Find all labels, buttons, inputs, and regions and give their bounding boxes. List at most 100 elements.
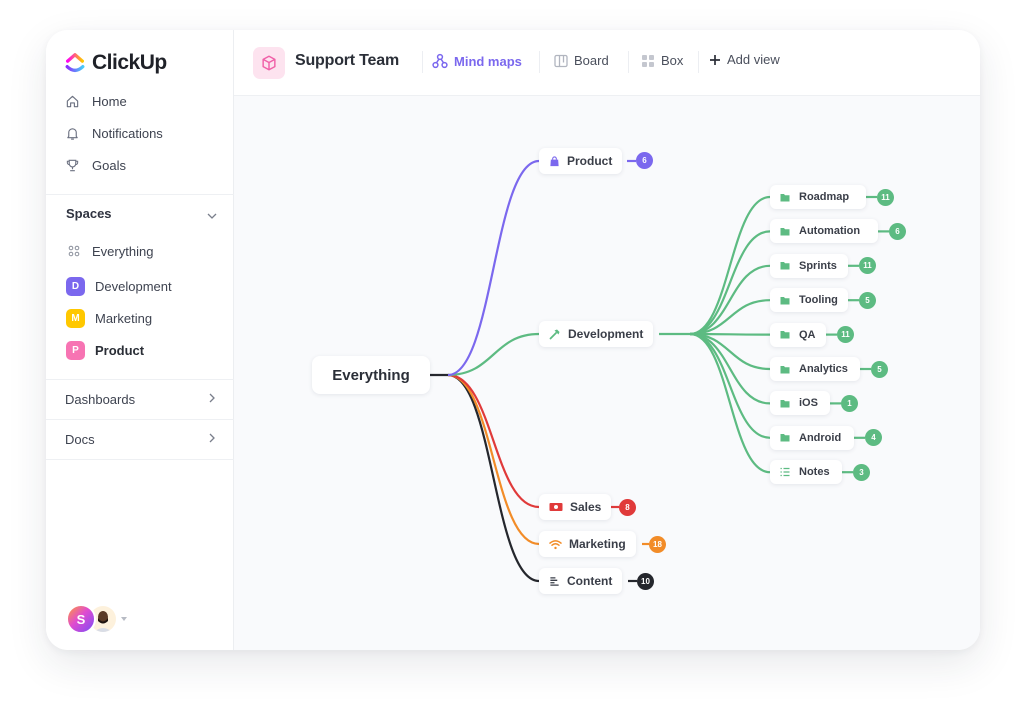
chevron-right-icon: [208, 432, 216, 447]
tab-board[interactable]: Board: [554, 53, 609, 68]
trophy-icon: [64, 157, 80, 173]
space-badge: D: [66, 276, 85, 296]
folder-icon: [780, 193, 790, 201]
nav-notifications[interactable]: Notifications: [64, 123, 163, 143]
space-development[interactable]: D Development: [66, 276, 172, 296]
node-child-label: Notes: [799, 466, 830, 479]
nav-home-label: Home: [92, 93, 127, 109]
tab-box[interactable]: Box: [641, 53, 683, 68]
node-content-label: Content: [567, 574, 613, 588]
folder-icon: [780, 399, 790, 408]
spaces-heading: Spaces: [66, 206, 112, 221]
node-child-label: Analytics: [799, 363, 848, 375]
count-badge: 10: [637, 573, 654, 590]
node-root-label: Everything: [332, 366, 410, 384]
node-automation[interactable]: Automation: [770, 219, 878, 244]
dashboards-row[interactable]: Dashboards: [46, 379, 234, 419]
node-sprints[interactable]: Sprints: [770, 253, 848, 278]
nav-goals-label: Goals: [92, 157, 126, 173]
folder-icon: [780, 296, 790, 305]
node-product[interactable]: Product: [539, 148, 623, 174]
node-root[interactable]: Everything: [312, 356, 430, 394]
node-child-label: Roadmap: [799, 191, 850, 203]
count-badge: 5: [859, 291, 876, 309]
board-icon: [554, 54, 568, 67]
nav-home[interactable]: Home: [64, 91, 127, 111]
node-tooling[interactable]: Tooling: [770, 288, 848, 313]
cube-icon: [253, 47, 285, 79]
list-icon: [780, 468, 790, 477]
sidebar: ClickUp Home Notifications Goals Spaces: [46, 30, 234, 650]
space-development-label: Development: [95, 278, 172, 294]
avatar[interactable]: S: [66, 604, 96, 634]
node-qa[interactable]: QA: [770, 322, 826, 347]
space-everything[interactable]: Everything: [66, 241, 153, 261]
node-child-label: Automation: [799, 225, 861, 238]
clickup-logo-icon: [65, 53, 85, 72]
node-analytics[interactable]: Analytics: [770, 357, 860, 381]
nav-goals[interactable]: Goals: [64, 155, 126, 175]
tab-box-label: Box: [661, 53, 684, 68]
space-marketing[interactable]: M Marketing: [66, 308, 152, 328]
folder-icon: [780, 262, 790, 270]
add-view-label: Add view: [727, 52, 780, 67]
user-avatars[interactable]: S: [66, 604, 127, 634]
docs-label: Docs: [65, 431, 95, 447]
header: Support Team Mind maps Board Box Add vie…: [234, 30, 980, 96]
node-child-label: Tooling: [799, 294, 838, 307]
count-badge: 8: [619, 499, 636, 516]
tab-mind-maps[interactable]: Mind maps: [432, 53, 522, 69]
node-android[interactable]: Android: [770, 425, 854, 450]
space-product[interactable]: P Product: [66, 340, 144, 360]
header-separator: [422, 51, 423, 73]
count-badge: 3: [853, 463, 870, 481]
grid-dots-icon: [66, 243, 82, 259]
bell-icon: [64, 125, 80, 141]
count-badge: 6: [889, 222, 906, 240]
node-development-label: Development: [568, 327, 644, 341]
node-sales[interactable]: Sales: [539, 494, 612, 520]
node-content[interactable]: Content: [539, 568, 623, 594]
folder-icon: [780, 365, 790, 373]
node-child-label: iOS: [799, 397, 818, 410]
space-badge: M: [66, 308, 85, 328]
node-marketing[interactable]: Marketing: [539, 531, 636, 557]
sidebar-divider: [46, 194, 234, 195]
caret-down-icon[interactable]: [121, 617, 127, 621]
node-notes[interactable]: Notes: [770, 460, 842, 485]
node-product-label: Product: [567, 154, 613, 168]
count-badge: 11: [837, 326, 854, 344]
docs-row[interactable]: Docs: [46, 419, 234, 459]
clickup-logo[interactable]: ClickUp: [64, 50, 167, 76]
sidebar-divider: [46, 459, 234, 460]
box-grid-icon: [642, 54, 654, 67]
node-child-label: QA: [799, 328, 816, 341]
wifi-icon: [549, 539, 562, 549]
node-sales-label: Sales: [570, 500, 602, 514]
hammer-icon: [549, 329, 560, 340]
node-child-label: Android: [799, 431, 842, 444]
node-child-label: Sprints: [799, 259, 837, 272]
header-separator: [539, 51, 540, 73]
space-badge: P: [66, 340, 85, 360]
count-badge: 18: [649, 536, 666, 553]
space-marketing-label: Marketing: [95, 310, 153, 326]
dashboards-label: Dashboards: [65, 391, 136, 407]
folder-icon: [780, 434, 790, 442]
node-ios[interactable]: iOS: [770, 391, 830, 416]
team-name: Support Team: [295, 52, 399, 69]
mind-map-icon: [432, 53, 448, 69]
node-development[interactable]: Development: [539, 321, 654, 347]
add-view-button[interactable]: Add view: [709, 52, 780, 67]
money-icon: [549, 503, 563, 511]
space-product-label: Product: [95, 342, 145, 358]
chevron-right-icon: [208, 392, 216, 407]
count-badge: 11: [877, 188, 894, 206]
tab-mind-maps-label: Mind maps: [454, 53, 522, 69]
text-lines-icon: [550, 576, 559, 586]
chevron-down-icon[interactable]: [206, 208, 218, 226]
folder-icon: [780, 227, 790, 236]
plus-icon: [710, 54, 720, 65]
node-roadmap[interactable]: Roadmap: [770, 185, 866, 209]
node-marketing-label: Marketing: [569, 537, 626, 551]
